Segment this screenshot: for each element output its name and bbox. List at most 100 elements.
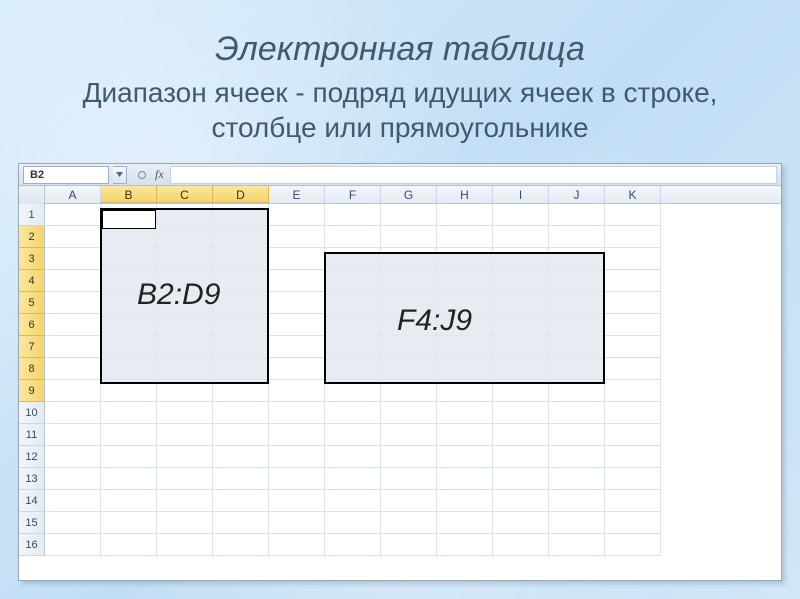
cell[interactable]: [157, 446, 213, 468]
cell[interactable]: [549, 270, 605, 292]
cell[interactable]: [157, 380, 213, 402]
cell[interactable]: [437, 248, 493, 270]
cell[interactable]: [101, 380, 157, 402]
cell[interactable]: [493, 248, 549, 270]
cell[interactable]: [101, 468, 157, 490]
row-header[interactable]: 5: [19, 292, 45, 314]
cell[interactable]: [269, 534, 325, 556]
cell[interactable]: [605, 468, 661, 490]
cell[interactable]: [325, 336, 381, 358]
cell[interactable]: [45, 292, 101, 314]
cell[interactable]: [493, 292, 549, 314]
cell[interactable]: [549, 534, 605, 556]
cell[interactable]: [437, 204, 493, 226]
cell[interactable]: [381, 534, 437, 556]
column-header[interactable]: C: [157, 186, 213, 203]
cell[interactable]: [325, 512, 381, 534]
cell[interactable]: [605, 270, 661, 292]
cell[interactable]: [213, 226, 269, 248]
cell[interactable]: [437, 314, 493, 336]
column-header[interactable]: D: [213, 186, 269, 203]
cell[interactable]: [213, 512, 269, 534]
row-header[interactable]: 2: [19, 226, 45, 248]
cell[interactable]: [493, 468, 549, 490]
cell[interactable]: [493, 512, 549, 534]
cell[interactable]: [325, 358, 381, 380]
column-header[interactable]: A: [45, 186, 101, 203]
cell[interactable]: [157, 468, 213, 490]
column-header[interactable]: F: [325, 186, 381, 203]
cell[interactable]: [549, 380, 605, 402]
cell[interactable]: [213, 336, 269, 358]
cell[interactable]: [157, 204, 213, 226]
cell[interactable]: [45, 402, 101, 424]
cell[interactable]: [213, 270, 269, 292]
cell[interactable]: [269, 468, 325, 490]
cell[interactable]: [269, 204, 325, 226]
cell[interactable]: [605, 424, 661, 446]
cell[interactable]: [213, 380, 269, 402]
cell[interactable]: [381, 468, 437, 490]
cell[interactable]: [45, 270, 101, 292]
cell[interactable]: [101, 512, 157, 534]
cell[interactable]: [493, 270, 549, 292]
cell[interactable]: [493, 226, 549, 248]
row-header[interactable]: 14: [19, 490, 45, 512]
cell[interactable]: [101, 336, 157, 358]
formula-input[interactable]: [170, 166, 777, 184]
cell[interactable]: [437, 512, 493, 534]
cell[interactable]: [269, 512, 325, 534]
row-header[interactable]: 15: [19, 512, 45, 534]
cell[interactable]: [45, 424, 101, 446]
cell[interactable]: [549, 512, 605, 534]
cell[interactable]: [157, 358, 213, 380]
cell[interactable]: [325, 446, 381, 468]
cell[interactable]: [45, 226, 101, 248]
cell[interactable]: [45, 490, 101, 512]
cell[interactable]: [45, 446, 101, 468]
cell[interactable]: [549, 424, 605, 446]
cell[interactable]: [605, 204, 661, 226]
cell[interactable]: [269, 270, 325, 292]
cell[interactable]: [493, 424, 549, 446]
cell[interactable]: [213, 314, 269, 336]
cell[interactable]: [549, 292, 605, 314]
cell[interactable]: [157, 226, 213, 248]
cell[interactable]: [381, 270, 437, 292]
cell[interactable]: [269, 490, 325, 512]
cell[interactable]: [157, 402, 213, 424]
cell[interactable]: [325, 490, 381, 512]
column-header[interactable]: I: [493, 186, 549, 203]
cell[interactable]: [45, 468, 101, 490]
cell[interactable]: [493, 534, 549, 556]
cell[interactable]: [325, 292, 381, 314]
cell[interactable]: [101, 314, 157, 336]
row-header[interactable]: 12: [19, 446, 45, 468]
cell[interactable]: [269, 358, 325, 380]
cell[interactable]: [605, 402, 661, 424]
cell[interactable]: [157, 292, 213, 314]
spreadsheet-grid[interactable]: ABCDEFGHIJK 12345678910111213141516 B2:D…: [19, 186, 781, 580]
cell[interactable]: [45, 534, 101, 556]
cell[interactable]: [213, 402, 269, 424]
cell[interactable]: [493, 380, 549, 402]
cell[interactable]: [45, 314, 101, 336]
cell[interactable]: [101, 204, 157, 226]
column-header[interactable]: K: [605, 186, 661, 203]
row-header[interactable]: 16: [19, 534, 45, 556]
cell[interactable]: [213, 490, 269, 512]
cell[interactable]: [269, 226, 325, 248]
cell[interactable]: [437, 358, 493, 380]
cell[interactable]: [325, 402, 381, 424]
cell[interactable]: [381, 248, 437, 270]
cell[interactable]: [269, 402, 325, 424]
column-header[interactable]: J: [549, 186, 605, 203]
cell[interactable]: [605, 248, 661, 270]
cell[interactable]: [605, 314, 661, 336]
cell[interactable]: [381, 424, 437, 446]
cell[interactable]: [549, 314, 605, 336]
cell[interactable]: [101, 490, 157, 512]
cell[interactable]: [381, 314, 437, 336]
cell[interactable]: [493, 358, 549, 380]
cancel-formula-button[interactable]: [133, 166, 151, 184]
